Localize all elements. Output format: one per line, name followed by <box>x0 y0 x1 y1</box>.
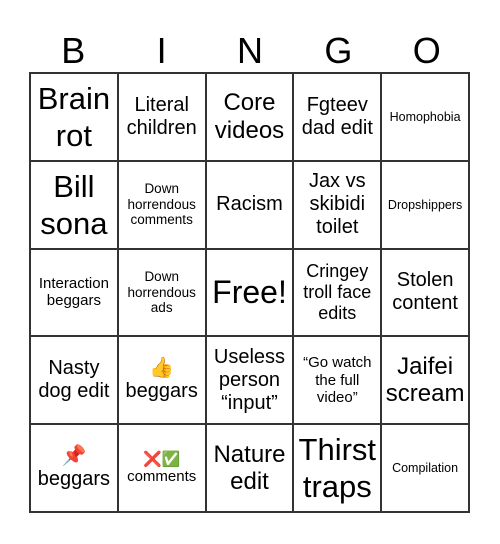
cell-label: Core videos <box>214 89 285 144</box>
bingo-cell[interactable]: Jax vs skibidi toilet <box>293 160 382 249</box>
bingo-cell[interactable]: Down horrendous ads <box>117 248 206 337</box>
bingo-cell[interactable]: Dropshippers <box>381 160 469 249</box>
cell-label: Down horrendous comments <box>127 181 196 228</box>
bingo-cell[interactable]: “Go watch the full video” <box>293 336 382 425</box>
bingo-cell[interactable]: Thirst traps <box>293 424 382 512</box>
cell-label: Racism <box>216 193 283 216</box>
bingo-cell[interactable]: Down horrendous comments <box>117 160 206 249</box>
bingo-header: B I N G O <box>29 30 471 72</box>
bingo-cell[interactable]: Nasty dog edit <box>30 336 118 425</box>
cell-label: Jaifei scream <box>385 352 465 408</box>
bingo-cell[interactable]: 📌 beggars <box>30 424 118 512</box>
cell-label: Homophobia <box>389 109 461 124</box>
cell-label: “Go watch the full video” <box>303 354 372 406</box>
cell-label: Literal children <box>126 93 197 139</box>
bingo-cell[interactable]: Stolen content <box>381 248 469 337</box>
cell-label: Compilation <box>392 460 459 475</box>
cell-label: ❌✅ comments <box>127 450 197 486</box>
bingo-cell[interactable]: Brain rot <box>30 73 118 161</box>
cell-label: Bill sona <box>40 168 108 241</box>
bingo-cell[interactable]: Nature edit <box>205 424 294 512</box>
bingo-cell[interactable]: Cringey troll face edits <box>293 248 382 337</box>
cell-label: Jax vs skibidi toilet <box>308 170 366 239</box>
bingo-cell[interactable]: Useless person “input” <box>205 336 294 425</box>
cell-label: Fgteev dad edit <box>301 93 373 139</box>
cell-label: Brain rot <box>37 80 111 153</box>
header-letter-g: G <box>324 30 353 71</box>
cell-label: Thirst traps <box>298 431 377 505</box>
bingo-cell[interactable]: Interaction beggars <box>30 248 118 337</box>
bingo-cell[interactable]: Bill sona <box>30 160 118 249</box>
bingo-cell[interactable]: Racism <box>205 160 294 249</box>
cell-label: Nature edit <box>213 440 286 496</box>
free-space-cell[interactable]: Free! <box>205 248 294 337</box>
header-letter-o: O <box>412 30 441 71</box>
bingo-cell[interactable]: Literal children <box>117 73 206 161</box>
bingo-grid: Brain rot Literal children Core videos Fgte… <box>29 72 470 513</box>
bingo-cell[interactable]: Core videos <box>205 73 294 161</box>
bingo-cell[interactable]: Compilation <box>381 424 469 512</box>
bingo-cell[interactable]: Jaifei scream <box>381 336 469 425</box>
cell-label: 📌 beggars <box>37 445 111 491</box>
bingo-cell[interactable]: 👍 beggars <box>117 336 206 425</box>
bingo-cell[interactable]: ❌✅ comments <box>117 424 206 512</box>
cell-label: Interaction beggars <box>38 275 109 310</box>
cell-label: Useless person “input” <box>213 345 286 414</box>
header-letter-n: N <box>236 30 263 71</box>
cell-label: Nasty dog edit <box>38 357 110 403</box>
bingo-cell[interactable]: Fgteev dad edit <box>293 73 382 161</box>
cell-label: 👍 beggars <box>125 357 198 403</box>
header-letter-b: B <box>61 30 86 71</box>
cell-label: Dropshippers <box>387 197 463 212</box>
cell-label: Free! <box>212 274 287 311</box>
bingo-cell[interactable]: Homophobia <box>381 73 469 161</box>
cell-label: Stolen content <box>392 269 458 315</box>
cell-label: Down horrendous ads <box>127 269 196 316</box>
header-letter-i: I <box>156 30 167 71</box>
cell-label: Cringey troll face edits <box>303 261 372 323</box>
